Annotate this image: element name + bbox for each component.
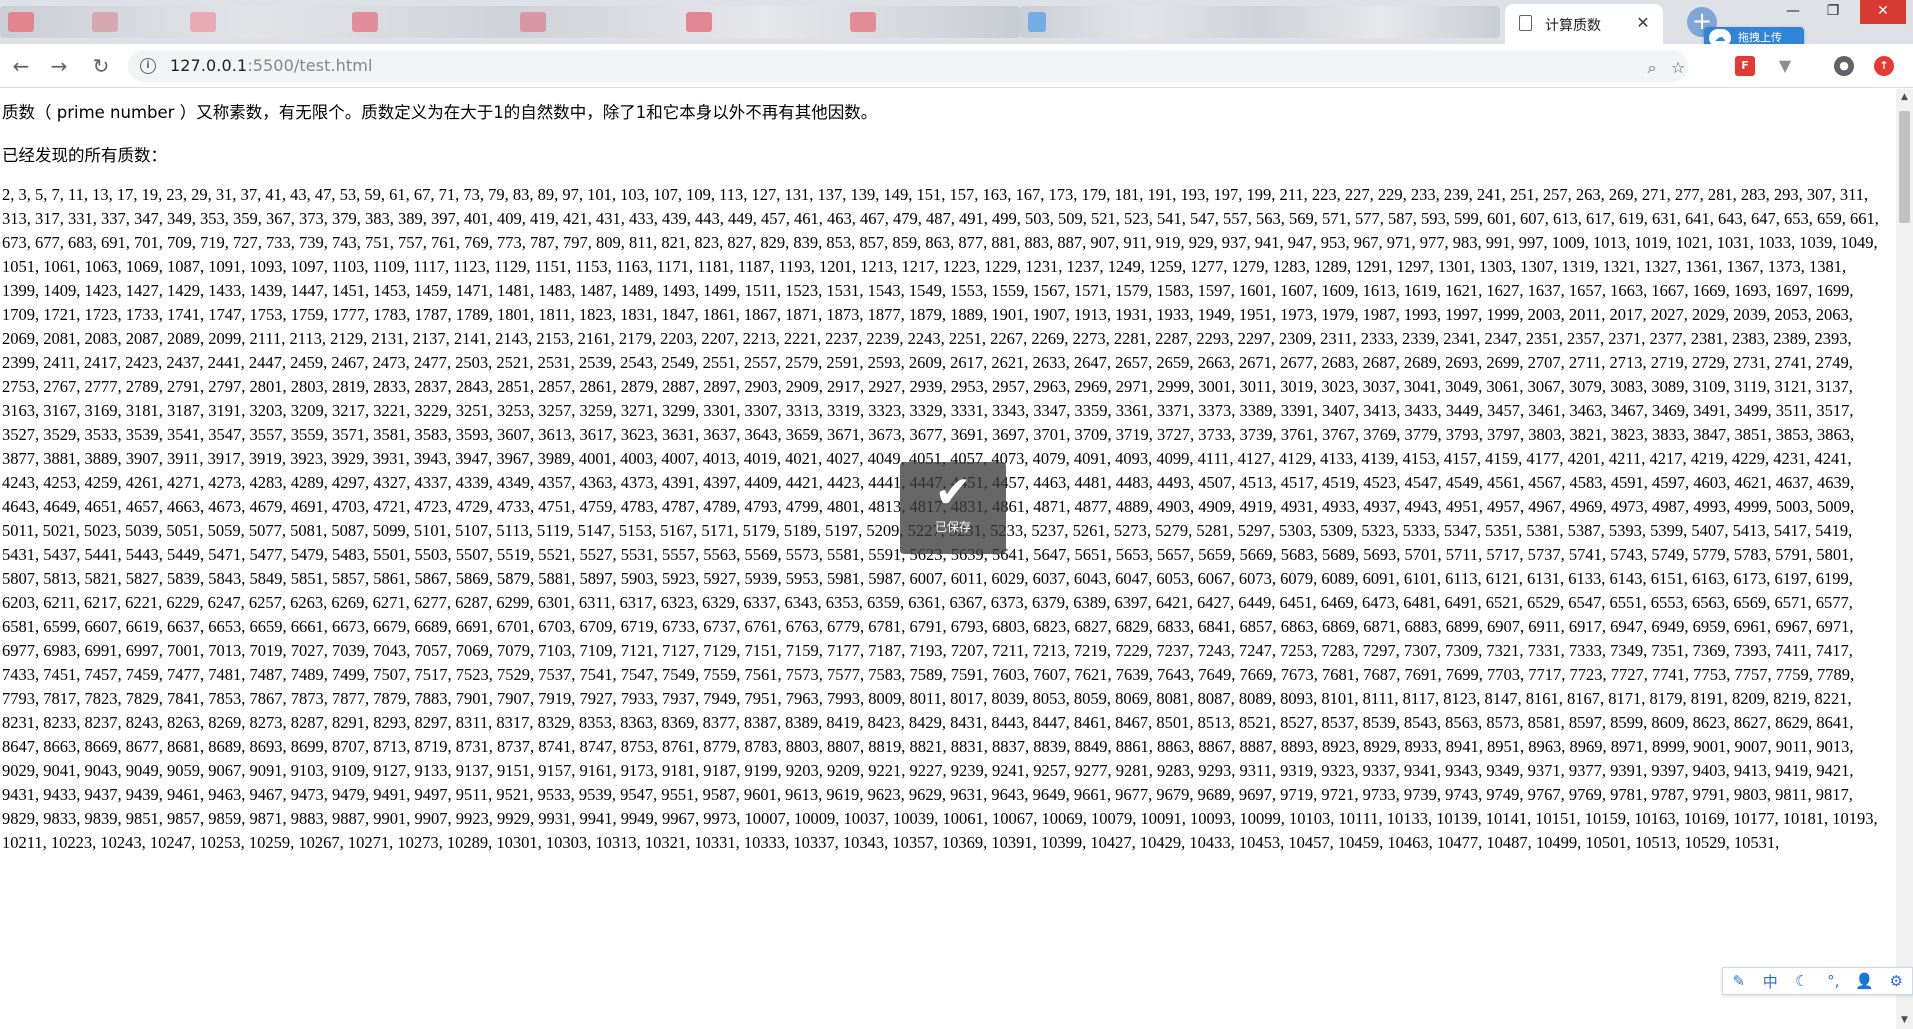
url-path: :5500/test.html <box>247 56 373 75</box>
minimize-button[interactable]: — <box>1775 0 1811 24</box>
close-window-button[interactable]: ✕ <box>1860 0 1906 24</box>
address-bar[interactable]: i 127.0.0.1:5500/test.html ⌕ ☆ <box>128 50 1688 82</box>
tab-strip: 计算质数 ✕ + ☁ 拖拽上传 — ❐ ✕ <box>0 0 1913 49</box>
zoom-icon[interactable]: ⌕ <box>1642 58 1662 78</box>
intro-paragraph: 质数（ prime number ）又称素数，有无限个。质数定义为在大于1的自然… <box>2 103 878 122</box>
scroll-down-icon[interactable]: ▼ <box>1896 1012 1913 1029</box>
browser-toolbar: ← → ↻ i 127.0.0.1:5500/test.html ⌕ ☆ F ▼… <box>0 44 1913 88</box>
maximize-button[interactable]: ❐ <box>1815 0 1851 24</box>
profile-icon[interactable]: ● <box>1834 56 1854 76</box>
handwriting-icon[interactable]: ✎ <box>1727 972 1751 990</box>
background-tab-group[interactable] <box>0 6 1020 38</box>
saved-toast: ✔ 已保存 <box>900 462 1006 554</box>
close-tab-icon[interactable]: ✕ <box>1633 13 1653 33</box>
site-info-icon[interactable]: i <box>140 58 156 74</box>
update-icon[interactable]: ↑ <box>1874 56 1894 76</box>
document-icon <box>1519 15 1532 31</box>
page-content: 质数（ prime number ）又称素数，有无限个。质数定义为在大于1的自然… <box>0 89 1896 1029</box>
active-tab[interactable]: 计算质数 ✕ <box>1505 4 1663 44</box>
user-icon[interactable]: 👤 <box>1853 972 1877 990</box>
vertical-scrollbar[interactable]: ▲ ▼ <box>1896 89 1913 1029</box>
half-width-icon[interactable]: ☾ <box>1790 972 1814 990</box>
tab-title: 计算质数 <box>1545 18 1601 34</box>
bookmark-star-icon[interactable]: ☆ <box>1668 58 1688 77</box>
forward-icon[interactable]: → <box>46 53 72 79</box>
checkmark-icon: ✔ <box>934 467 972 518</box>
back-icon[interactable]: ← <box>8 53 34 79</box>
upload-badge-label: 拖拽上传 <box>1738 31 1782 44</box>
scroll-up-icon[interactable]: ▲ <box>1896 89 1913 106</box>
punctuation-icon[interactable]: °, <box>1821 972 1845 990</box>
background-tab-group[interactable] <box>1020 6 1500 38</box>
reload-icon[interactable]: ↻ <box>88 53 114 79</box>
toast-label: 已保存 <box>934 520 971 534</box>
language-mode-icon[interactable]: 中 <box>1758 971 1782 992</box>
ime-toolbar: ✎ 中 ☾ °, 👤 ⚙ <box>1722 967 1913 995</box>
primes-heading: 已经发现的所有质数： <box>2 146 167 165</box>
extension-icon[interactable]: ▼ <box>1775 56 1795 76</box>
url-host: 127.0.0.1 <box>170 56 248 75</box>
url-text[interactable]: 127.0.0.1:5500/test.html <box>170 56 373 75</box>
scrollbar-thumb[interactable] <box>1899 111 1910 223</box>
extension-icon[interactable]: F <box>1735 56 1755 76</box>
settings-gear-icon[interactable]: ⚙ <box>1884 972 1908 990</box>
